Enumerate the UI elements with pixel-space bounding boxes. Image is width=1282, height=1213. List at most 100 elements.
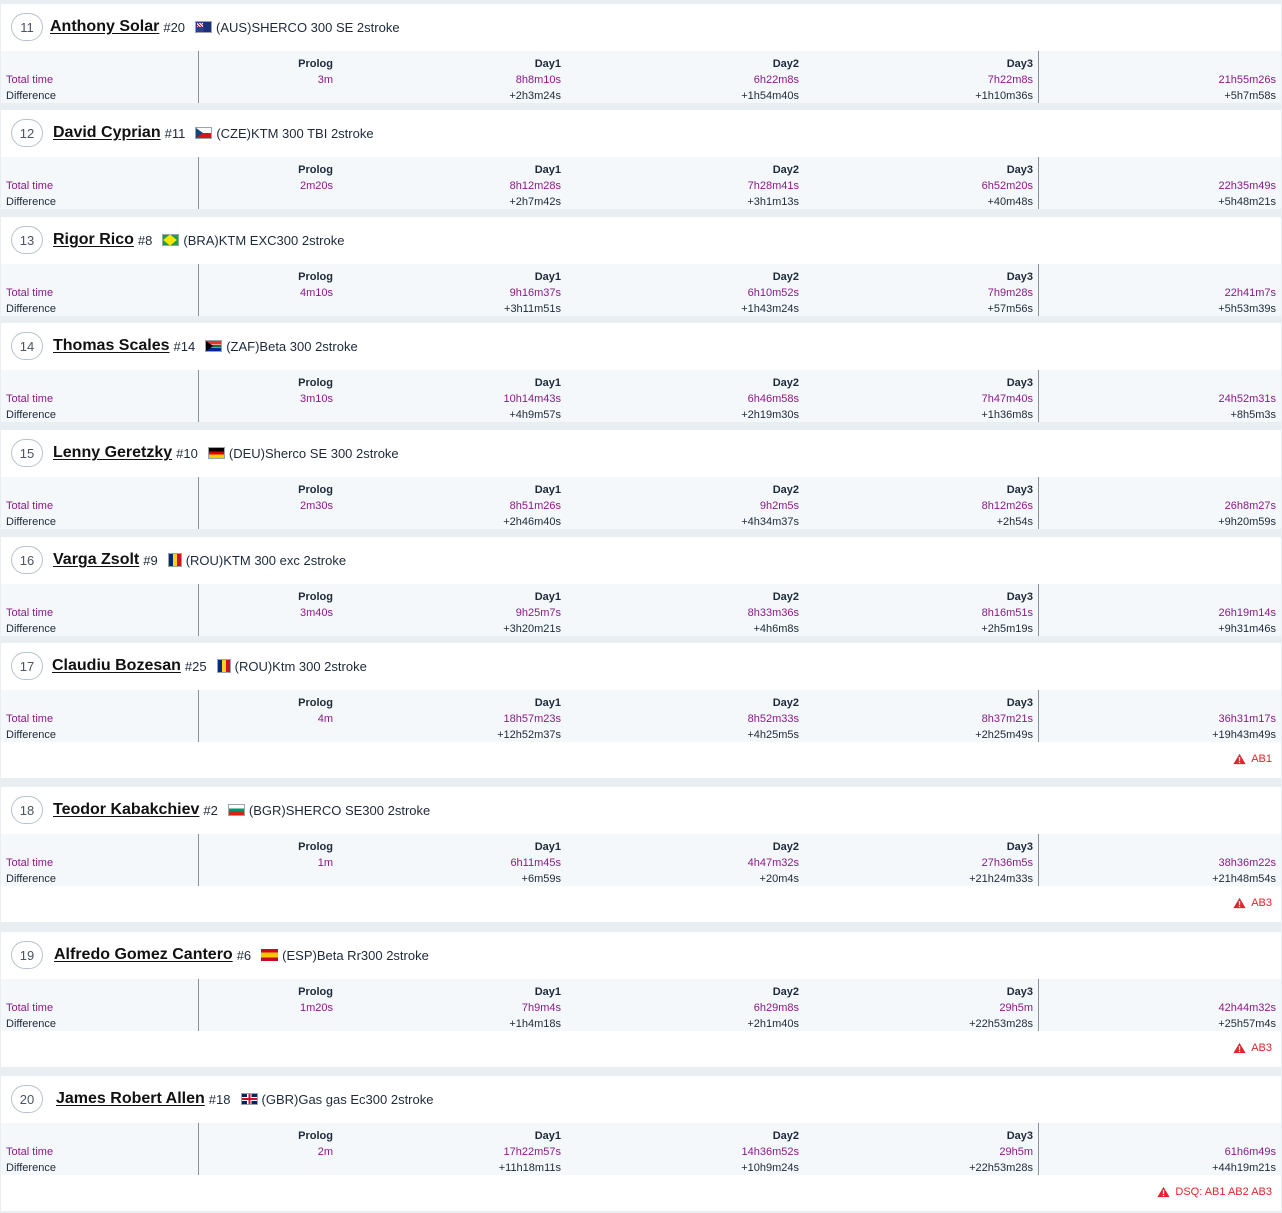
column-header: Prolog [298,377,333,389]
start-number: #10 [176,445,198,461]
difference-value: +9h20m59s [1218,516,1276,528]
total-time-value: 21h55m26s [1218,74,1277,86]
start-number: #6 [236,947,252,963]
total-time-value: 2m30s [299,500,333,512]
total-time-value: 6h52m20s [981,180,1033,192]
column-divider [198,979,199,1031]
penalty-text: AB1 [1251,753,1272,765]
rider-header: 12 David Cyprian #11 (CZE) KTM 300 TBI 2str… [1,110,1281,156]
total-time-value: 22h41m7s [1224,287,1276,299]
country-code: (DEU) [228,445,265,461]
column-divider [1038,1123,1039,1175]
total-time-value: 2m [317,1146,333,1158]
column-divider [1038,370,1039,422]
rider-name-link[interactable]: Rigor Rico [53,231,134,249]
esp-flag-icon [261,949,279,961]
total-time-value: 8h33m36s [747,607,799,619]
total-time-value: 8h37m21s [981,713,1033,725]
column-header: Prolog [298,986,333,998]
position-badge: 12 [11,119,43,147]
column-header: Day3 [1006,1130,1033,1142]
difference-value: +44h19m21s [1212,1162,1276,1174]
total-time-value: 9h2m5s [759,500,799,512]
total-time-label: Total time [6,500,54,512]
column-header: Prolog [298,484,333,496]
difference-value: +5h7m58s [1224,90,1276,102]
rider-card: 14 Thomas Scales #14 (ZAF) Beta 300 2stroke… [1,323,1281,422]
column-header: Day3 [1006,377,1033,389]
total-time-value: 4m10s [299,287,333,299]
difference-label: Difference [6,729,56,741]
total-time-label: Total time [6,1002,54,1014]
position-badge: 11 [11,13,43,41]
rider-card: 11 Anthony Solar #20 (AUS) SHERCO 300 SE 2s… [1,4,1281,103]
total-time-value: 6h11m45s [510,857,561,869]
total-time-value: 38h36m22s [1218,857,1277,869]
rider-info: Rigor Rico #8 (BRA) KTM EXC300 2stroke [53,217,344,263]
bgr-flag-icon [227,804,245,816]
rider-name-link[interactable]: Anthony Solar [50,18,159,36]
column-header: Prolog [298,591,333,603]
rou-flag-icon [167,553,182,567]
difference-value: +5h53m39s [1218,303,1276,315]
rider-info: James Robert Allen #18 (GBR) Gas gas Ec300… [56,1076,433,1122]
rider-name-link[interactable]: Claudiu Bozesan [52,657,181,675]
difference-value: +40m48s [987,196,1033,208]
difference-value: +1h54m40s [741,90,799,102]
total-time-value: 8h12m28s [509,180,561,192]
difference-label: Difference [6,873,56,885]
position-badge: 14 [11,332,43,360]
total-time-value: 7h9m4s [521,1002,561,1014]
rider-name-link[interactable]: Alfredo Gomez Cantero [54,946,233,964]
start-number: #2 [203,802,218,818]
rider-card: 13 Rigor Rico #8 (BRA) KTM EXC300 2stroke To… [1,217,1281,316]
total-time-value: 2m20s [299,180,333,192]
country-code: (ZAF) [226,338,260,354]
total-time-value: 1m20s [299,1002,333,1014]
column-divider [198,157,199,209]
total-time-label: Total time [6,1146,54,1158]
total-time-value: 3m [317,74,333,86]
total-time-value: 7h28m41s [747,180,799,192]
column-header: Prolog [298,841,333,853]
column-header: Day2 [772,377,799,389]
total-time-value: 4m [317,713,333,725]
rider-name-link[interactable]: David Cyprian [53,124,161,142]
total-time-label: Total time [6,393,54,405]
rider-name-link[interactable]: Lenny Geretzky [53,444,172,462]
column-divider [1038,264,1039,316]
difference-value: +2h3m24s [509,90,561,102]
times-table: Total time Difference Prolog 1m20s Day1 7h9m4… [1,979,1281,1031]
aus-flag-icon [195,21,213,33]
total-time-value: 8h12m26s [981,500,1033,512]
start-number: #11 [164,125,186,141]
difference-value: +4h9m57s [509,409,561,421]
bike-model: Beta 300 2stroke [259,338,358,354]
total-time-label: Total time [6,857,54,869]
rider-name-link[interactable]: Thomas Scales [53,337,170,355]
rider-info: Teodor Kabakchiev #2 (BGR) SHERCO SE300 2s… [53,787,430,833]
start-number: #14 [173,338,196,354]
bike-model: Ktm 300 2stroke [272,658,367,674]
rider-name-link[interactable]: James Robert Allen [56,1090,205,1108]
rider-name-link[interactable]: Varga Zsolt [53,551,139,569]
column-header: Day1 [534,841,561,853]
column-divider [198,690,199,742]
position-badge: 19 [11,941,43,969]
difference-value: +3h1m13s [747,196,799,208]
start-number: #8 [137,232,153,248]
position-badge: 13 [11,226,43,254]
column-header: Prolog [298,697,333,709]
column-header: Day1 [534,58,561,70]
column-divider [1038,690,1039,742]
difference-value: +20m4s [759,873,799,885]
bra-flag-icon [162,234,180,246]
times-table: Total time Difference Prolog 4m10s Day1 9h16m… [1,264,1281,316]
total-time-value: 8h51m26s [509,500,561,512]
difference-value: +1h10m36s [975,90,1033,102]
rider-name-link[interactable]: Teodor Kabakchiev [53,801,199,819]
rou-flag-icon [216,659,231,673]
country-code: (ESP) [282,947,317,963]
rider-info: David Cyprian #11 (CZE) KTM 300 TBI 2strok… [53,110,374,156]
times-table: Total time Difference Prolog 2m20s Day1 8h12m… [1,157,1281,209]
